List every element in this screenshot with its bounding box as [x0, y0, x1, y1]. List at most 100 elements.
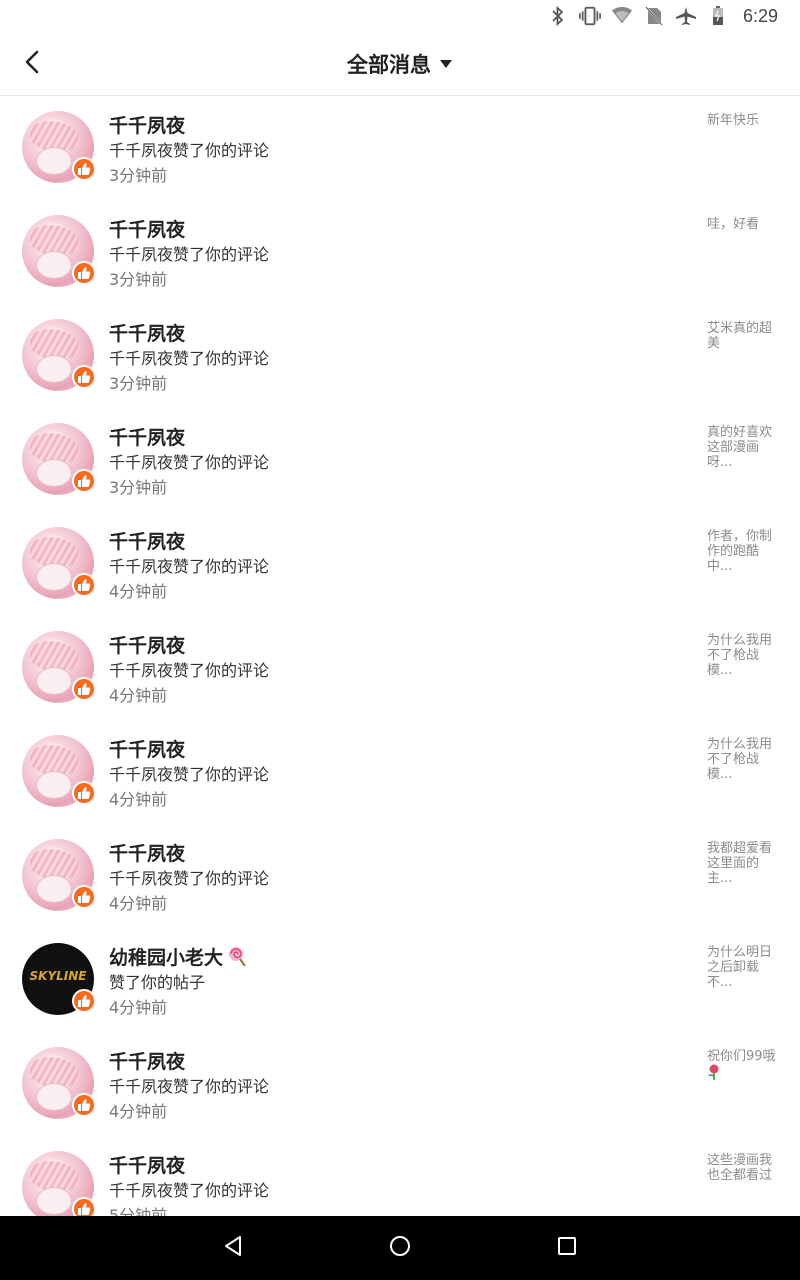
thumbs-up-icon [72, 677, 96, 701]
comment-snippet: 为什么明日之后卸载不... [707, 945, 773, 990]
comment-snippet: 哇，好看 [707, 217, 760, 232]
list-item[interactable]: 千千夙夜 千千夙夜赞了你的评论 3分钟前 艾米真的超美 [0, 305, 800, 409]
message-action: 千千夙夜赞了你的评论 [109, 245, 270, 264]
avatar[interactable] [22, 631, 96, 703]
comment-snippet: 我都超爱看这里面的主... [707, 841, 773, 886]
wifi-icon [611, 5, 633, 27]
comment-snippet: 真的好喜欢这部漫画呀... [707, 425, 773, 470]
sender-name: 千千夙夜 [109, 1051, 186, 1073]
message-time: 4分钟前 [109, 1102, 168, 1121]
vibrate-icon [579, 5, 601, 27]
sender-name: 千千夙夜 [109, 427, 186, 449]
message-action: 千千夙夜赞了你的评论 [109, 869, 270, 888]
avatar[interactable] [22, 1047, 96, 1119]
message-time: 3分钟前 [109, 166, 168, 185]
message-action: 千千夙夜赞了你的评论 [109, 1181, 270, 1200]
thumbs-up-icon [72, 885, 96, 909]
lollipop-icon [225, 945, 247, 972]
comment-snippet: 作者，你制作的跑酷中... [707, 529, 773, 574]
sender-name: 千千夙夜 [109, 1155, 186, 1177]
message-action: 千千夙夜赞了你的评论 [109, 557, 270, 576]
sender-name: 千千夙夜 [109, 531, 186, 553]
message-action: 千千夙夜赞了你的评论 [109, 141, 270, 160]
avatar[interactable] [22, 215, 96, 287]
avatar[interactable] [22, 111, 96, 183]
avatar[interactable] [22, 319, 96, 391]
nav-home-icon [389, 1235, 411, 1261]
thumbs-up-icon [72, 1093, 96, 1117]
list-item[interactable]: 千千夙夜 千千夙夜赞了你的评论 4分钟前 祝你们99哦 [0, 1033, 800, 1137]
thumbs-up-icon [72, 469, 96, 493]
message-time: 4分钟前 [109, 686, 168, 705]
message-action: 千千夙夜赞了你的评论 [109, 1077, 270, 1096]
nav-recents-button[interactable] [543, 1224, 591, 1272]
message-time: 3分钟前 [109, 270, 168, 289]
header: 全部消息 [0, 32, 800, 96]
status-bar: 6:29 [0, 0, 800, 32]
message-time: 3分钟前 [109, 374, 168, 393]
message-time: 4分钟前 [109, 894, 168, 913]
comment-snippet: 这些漫画我也全都看过 [707, 1153, 773, 1183]
battery-icon [707, 5, 729, 27]
title-dropdown[interactable]: 全部消息 [0, 32, 800, 96]
message-list[interactable]: 千千夙夜 千千夙夜赞了你的评论 3分钟前 新年快乐 千千夙夜 千千夙夜赞了你的评… [0, 97, 800, 1216]
list-item[interactable]: 千千夙夜 千千夙夜赞了你的评论 4分钟前 作者，你制作的跑酷中... [0, 513, 800, 617]
nav-back-button[interactable] [209, 1224, 257, 1272]
avatar[interactable] [22, 423, 96, 495]
avatar[interactable] [22, 1151, 96, 1216]
status-time: 6:29 [742, 5, 778, 26]
list-item[interactable]: 千千夙夜 千千夙夜赞了你的评论 4分钟前 为什么我用不了枪战模... [0, 721, 800, 825]
comment-snippet-wrap: 祝你们99哦 [707, 1049, 779, 1084]
airplane-icon [675, 5, 697, 27]
comment-snippet: 艾米真的超美 [707, 321, 773, 351]
list-item[interactable]: 千千夙夜 千千夙夜赞了你的评论 4分钟前 为什么我用不了枪战模... [0, 617, 800, 721]
rose-icon [707, 1064, 721, 1084]
list-item[interactable]: SKYLINE 幼稚园小老大 赞了你的帖子 4分钟前 为什么明日之后卸载不... [0, 929, 800, 1033]
message-time: 4分钟前 [109, 790, 168, 809]
avatar[interactable] [22, 839, 96, 911]
message-time: 4分钟前 [109, 582, 168, 601]
sender-name: 千千夙夜 [109, 635, 186, 657]
sender-name: 幼稚园小老大 [109, 947, 224, 969]
nav-recents-icon [557, 1236, 577, 1260]
nav-home-button[interactable] [376, 1224, 424, 1272]
list-item[interactable]: 千千夙夜 千千夙夜赞了你的评论 4分钟前 我都超爱看这里面的主... [0, 825, 800, 929]
sender-name: 千千夙夜 [109, 219, 186, 241]
list-item[interactable]: 千千夙夜 千千夙夜赞了你的评论 5分钟前 这些漫画我也全都看过 [0, 1137, 800, 1216]
comment-snippet: 祝你们99哦 [707, 1049, 776, 1064]
message-action: 千千夙夜赞了你的评论 [109, 453, 270, 472]
thumbs-up-icon [72, 989, 96, 1013]
thumbs-up-icon [72, 157, 96, 181]
caret-down-icon [439, 57, 453, 71]
sender-name: 千千夙夜 [109, 323, 186, 345]
sender-name-row: 幼稚园小老大 [109, 943, 247, 972]
avatar[interactable] [22, 527, 96, 599]
sender-name: 千千夙夜 [109, 843, 186, 865]
message-action: 赞了你的帖子 [109, 973, 206, 992]
list-item[interactable]: 千千夙夜 千千夙夜赞了你的评论 3分钟前 哇，好看 [0, 201, 800, 305]
message-action: 千千夙夜赞了你的评论 [109, 349, 270, 368]
avatar[interactable]: SKYLINE [22, 943, 96, 1015]
thumbs-up-icon [72, 573, 96, 597]
list-item[interactable]: 千千夙夜 千千夙夜赞了你的评论 3分钟前 新年快乐 [0, 97, 800, 201]
thumbs-up-icon [72, 1197, 96, 1216]
avatar-logo-text: SKYLINE [29, 969, 87, 983]
comment-snippet: 新年快乐 [707, 113, 760, 128]
thumbs-up-icon [72, 365, 96, 389]
list-item[interactable]: 千千夙夜 千千夙夜赞了你的评论 3分钟前 真的好喜欢这部漫画呀... [0, 409, 800, 513]
comment-snippet: 为什么我用不了枪战模... [707, 633, 773, 678]
bluetooth-icon [547, 5, 569, 27]
thumbs-up-icon [72, 781, 96, 805]
sender-name: 千千夙夜 [109, 115, 186, 137]
no-sim-icon [643, 5, 665, 27]
message-time: 5分钟前 [109, 1206, 168, 1216]
message-time: 4分钟前 [109, 998, 168, 1017]
comment-snippet: 为什么我用不了枪战模... [707, 737, 773, 782]
sender-name: 千千夙夜 [109, 739, 186, 761]
avatar[interactable] [22, 735, 96, 807]
message-action: 千千夙夜赞了你的评论 [109, 661, 270, 680]
nav-back-icon [222, 1235, 244, 1261]
message-time: 3分钟前 [109, 478, 168, 497]
thumbs-up-icon [72, 261, 96, 285]
navigation-bar [0, 1216, 800, 1280]
